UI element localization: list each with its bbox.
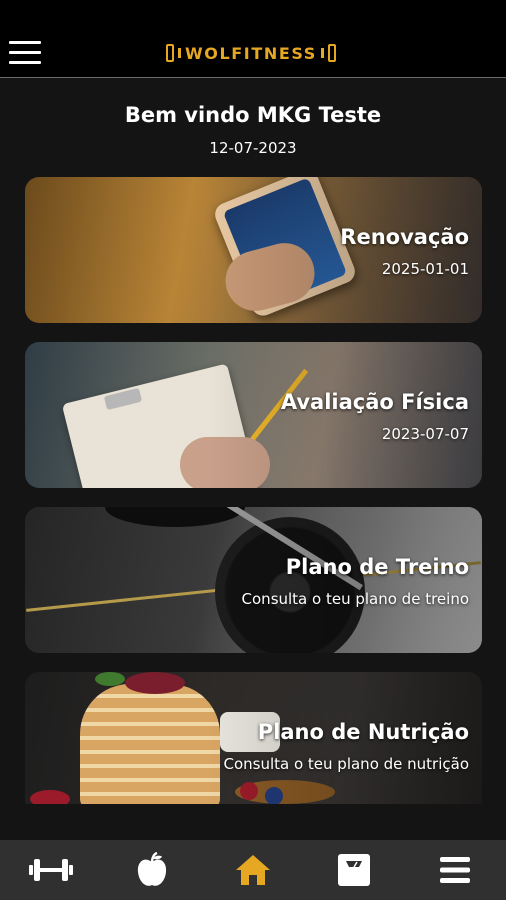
card-plano-de-treino[interactable]: Plano de Treino Consulta o teu plano de … (25, 507, 482, 653)
card-subtitle: Consulta o teu plano de nutrição (223, 755, 469, 773)
home-icon (235, 855, 270, 885)
welcome-date: 12-07-2023 (209, 139, 297, 157)
card-title: Renovação (340, 225, 469, 249)
apple-icon (137, 852, 166, 886)
welcome-greeting: Bem vindo MKG Teste (124, 103, 382, 127)
nav-nutrition[interactable] (101, 840, 202, 900)
nav-menu[interactable] (404, 840, 505, 900)
top-app-bar: WOLFITNESS (0, 0, 506, 78)
card-renovacao[interactable]: Renovação 2025-01-01 (25, 177, 482, 323)
nav-scale[interactable] (303, 840, 404, 900)
menu-icon (439, 857, 470, 883)
card-avaliacao-fisica[interactable]: Avaliação Física 2023-07-07 (25, 342, 482, 488)
scale-icon (337, 854, 370, 886)
card-subtitle: Consulta o teu plano de treino (241, 590, 469, 608)
hamburger-icon[interactable] (9, 41, 41, 65)
card-plano-de-nutricao[interactable]: Plano de Nutrição Consulta o teu plano d… (25, 672, 482, 804)
brand-name: WOLFITNESS (185, 43, 317, 63)
nav-dumbbell[interactable] (0, 840, 101, 900)
card-title: Plano de Treino (285, 555, 469, 579)
card-title: Avaliação Física (280, 390, 469, 414)
bottom-nav (0, 840, 506, 900)
nav-home[interactable] (202, 840, 303, 900)
card-subtitle: 2023-07-07 (381, 425, 469, 443)
card-title: Plano de Nutrição (257, 720, 469, 744)
dumbbell-icon (28, 859, 73, 881)
card-subtitle: 2025-01-01 (381, 260, 469, 278)
brand-logo: WOLFITNESS (166, 40, 336, 66)
